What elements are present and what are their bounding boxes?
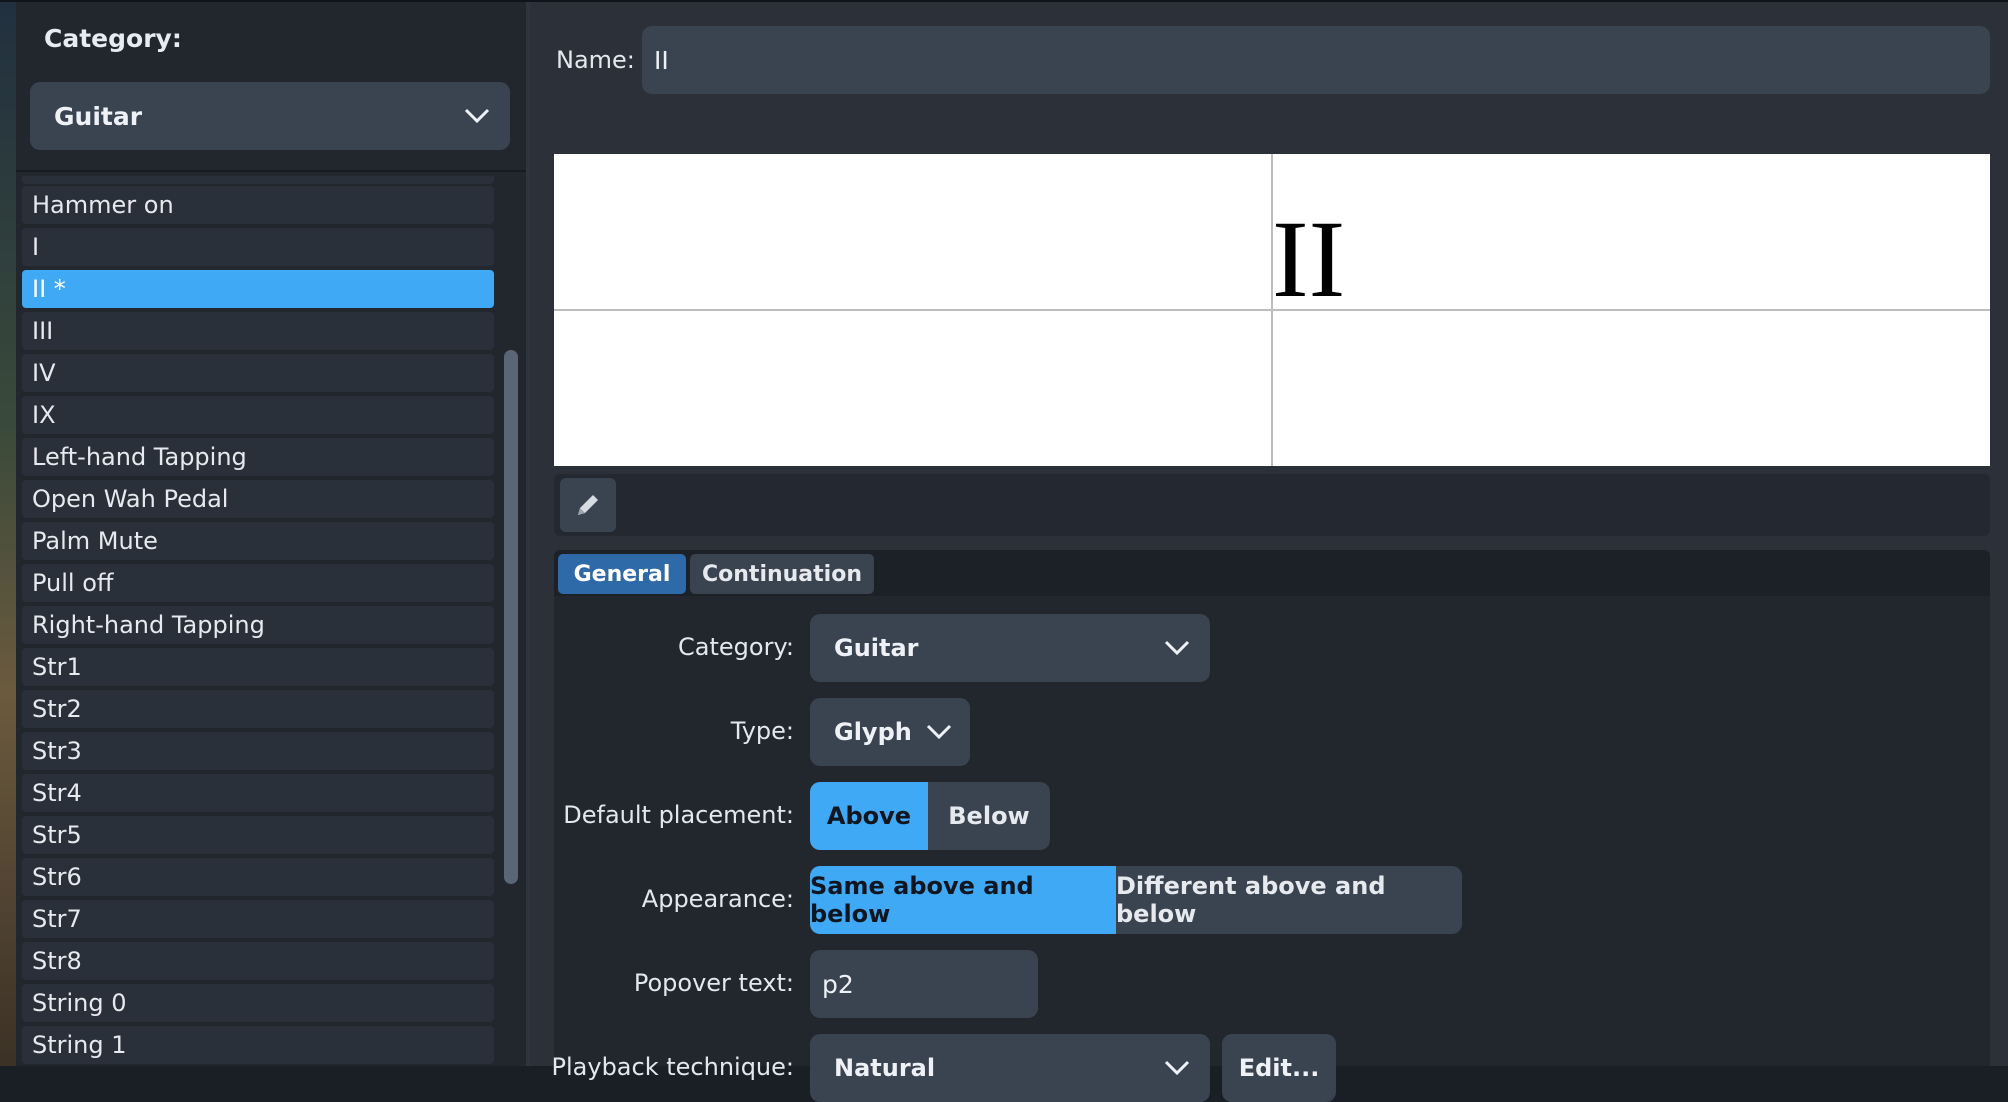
name-input[interactable]: II [642, 26, 1990, 94]
playback-edit-button[interactable]: Edit... [1222, 1034, 1336, 1102]
chevron-down-icon [464, 108, 490, 124]
tab-bar: General Continuation [554, 550, 1990, 596]
list-item[interactable]: Right-hand Tapping [22, 606, 494, 644]
form-category-value: Guitar [834, 634, 919, 662]
popover-text-value: p2 [822, 969, 854, 999]
placement-below-button[interactable]: Below [928, 782, 1050, 850]
pencil-icon [578, 495, 598, 515]
category-sidebar: Category: Guitar Hammer on I II * III IV IX Le… [16, 0, 530, 1066]
list-item[interactable]: Hammer on [22, 186, 494, 224]
category-dropdown-value: Guitar [54, 101, 143, 131]
playback-technique-dropdown[interactable]: Natural [810, 1034, 1210, 1102]
desktop-background [0, 0, 16, 1066]
list-item[interactable]: Str1 [22, 648, 494, 686]
list-item[interactable]: III [22, 312, 494, 350]
technique-list: Hammer on I II * III IV IX Left-hand Tapping Op… [22, 176, 500, 1066]
placement-above-button[interactable]: Above [810, 782, 928, 850]
form-category-label: Category: [678, 633, 794, 661]
list-item[interactable]: IV [22, 354, 494, 392]
name-input-value: II [654, 45, 669, 75]
list-item[interactable]: Str2 [22, 690, 494, 728]
edit-glyph-button[interactable] [560, 478, 616, 532]
playback-technique-value: Natural [834, 1054, 936, 1082]
category-label: Category: [44, 24, 182, 53]
list-item[interactable]: Str7 [22, 900, 494, 938]
form-type-label: Type: [730, 717, 794, 745]
appearance-same-button[interactable]: Same above and below [810, 866, 1116, 934]
playback-edit-label: Edit... [1238, 1054, 1320, 1082]
tab-general[interactable]: General [558, 554, 686, 594]
list-item-partial [22, 176, 494, 184]
list-item[interactable]: Str5 [22, 816, 494, 854]
form-placement-label: Default placement: [563, 801, 794, 829]
appearance-different-button[interactable]: Different above and below [1116, 866, 1462, 934]
list-item[interactable]: IX [22, 396, 494, 434]
list-item[interactable]: Str6 [22, 858, 494, 896]
list-scrollbar[interactable] [504, 350, 518, 884]
list-item[interactable]: String 0 [22, 984, 494, 1022]
preview-toolbar [554, 474, 1990, 536]
popover-text-input[interactable]: p2 [810, 950, 1038, 1018]
form-popover-label: Popover text: [633, 969, 794, 997]
glyph-preview: II [554, 154, 1990, 466]
list-item[interactable]: Pull off [22, 564, 494, 602]
form-category-dropdown[interactable]: Guitar [810, 614, 1210, 682]
list-item[interactable]: Str8 [22, 942, 494, 980]
tab-continuation[interactable]: Continuation [690, 554, 874, 594]
list-item[interactable]: Left-hand Tapping [22, 438, 494, 476]
form-appearance-label: Appearance: [641, 885, 794, 913]
list-item[interactable]: II * [22, 270, 494, 308]
list-item[interactable]: Palm Mute [22, 522, 494, 560]
form-playback-label: Playback technique: [551, 1053, 794, 1081]
list-item[interactable]: String 1 [22, 1026, 494, 1064]
window-top-border [0, 0, 2008, 2]
list-item[interactable]: Str4 [22, 774, 494, 812]
category-dropdown[interactable]: Guitar [30, 82, 510, 150]
chevron-down-icon [926, 724, 952, 740]
form-type-dropdown[interactable]: Glyph [810, 698, 970, 766]
chevron-down-icon [1164, 1060, 1190, 1076]
preview-glyph: II [1272, 198, 1346, 320]
list-item[interactable]: I [22, 228, 494, 266]
list-item[interactable]: Open Wah Pedal [22, 480, 494, 518]
divider [16, 170, 526, 172]
chevron-down-icon [1164, 640, 1190, 656]
list-item[interactable]: Str3 [22, 732, 494, 770]
name-label: Name: [556, 46, 635, 74]
form-type-value: Glyph [834, 718, 912, 746]
